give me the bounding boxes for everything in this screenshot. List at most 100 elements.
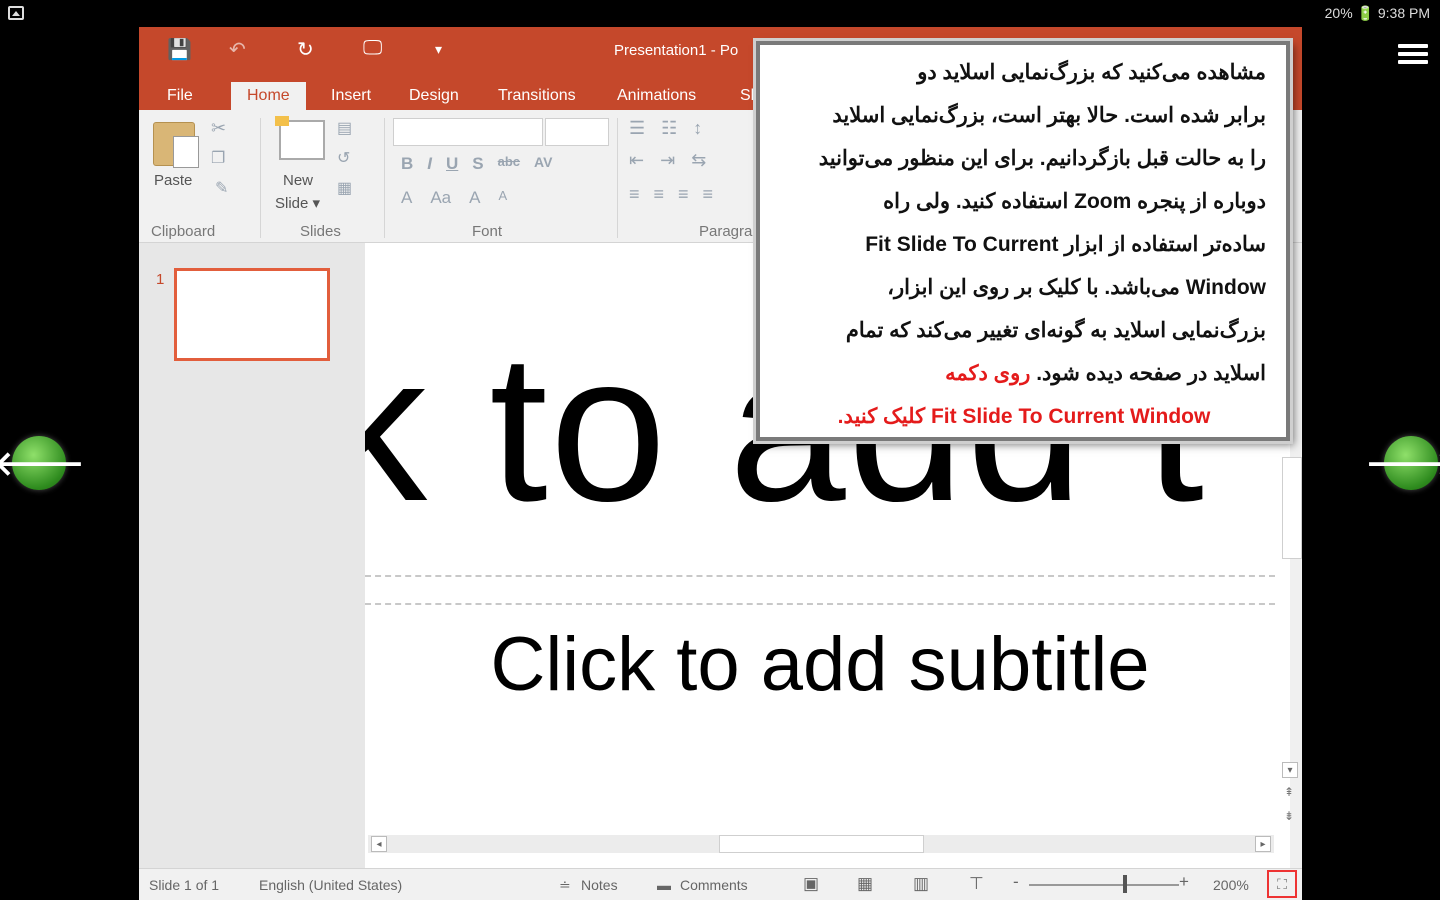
normal-view-icon[interactable]: ▣ xyxy=(803,874,819,894)
slide-number: 1 xyxy=(156,271,165,288)
redo-icon[interactable]: ↻ xyxy=(297,37,314,62)
bullets-icon[interactable]: ☰ xyxy=(629,118,645,139)
numbering-icon[interactable]: ☷ xyxy=(661,118,677,139)
copy-icon[interactable]: ❐ xyxy=(211,148,225,168)
font-name-field[interactable] xyxy=(393,118,543,146)
group-divider xyxy=(384,118,385,238)
vertical-scroll-thumb[interactable] xyxy=(1282,457,1302,559)
slideshow-view-icon[interactable]: ⊤ xyxy=(969,874,984,894)
align-right-icon[interactable]: ≡ xyxy=(678,184,689,205)
fit-to-window-icon: ⛶ xyxy=(1277,876,1287,892)
paragraph-group-label: Paragra xyxy=(699,223,753,240)
arrow-left-icon: 🡐 xyxy=(0,444,85,483)
save-icon[interactable]: 💾 xyxy=(167,37,192,62)
group-divider xyxy=(260,118,261,238)
char-spacing-button[interactable]: AV xyxy=(534,154,552,174)
hamburger-menu-icon[interactable] xyxy=(1398,44,1428,66)
layout-icon[interactable]: ▤ xyxy=(337,118,352,138)
scroll-down-icon[interactable]: ▾ xyxy=(1282,762,1298,778)
text-direction-icon[interactable]: ⇆ xyxy=(691,150,706,171)
justify-icon[interactable]: ≡ xyxy=(703,184,714,205)
slide-counter: Slide 1 of 1 xyxy=(149,877,220,893)
tab-design[interactable]: Design xyxy=(393,82,475,110)
placeholder-border xyxy=(365,603,1275,605)
decrease-font-button[interactable]: A xyxy=(498,188,507,208)
notes-icon[interactable]: ≐ xyxy=(559,877,571,894)
next-arrow-button[interactable]: 🡒 xyxy=(1365,436,1440,490)
tab-insert[interactable]: Insert xyxy=(315,82,387,110)
reading-view-icon[interactable]: ▥ xyxy=(913,874,929,894)
comments-icon[interactable]: ▬ xyxy=(657,877,671,893)
shadow-button[interactable]: S xyxy=(472,154,483,174)
next-slide-icon[interactable]: ⇟ xyxy=(1284,809,1294,823)
subtitle-placeholder[interactable]: Click to add subtitle xyxy=(365,621,1275,708)
note-line: ساده‌تر استفاده از ابزار Fit Slide To Cu… xyxy=(865,233,1266,256)
comments-button[interactable]: Comments xyxy=(680,877,748,893)
zoom-out-button[interactable]: - xyxy=(1013,872,1019,892)
note-line: Window می‌باشد. با کلیک بر روی این ابزار… xyxy=(887,276,1266,299)
language-indicator[interactable]: English (United States) xyxy=(259,877,402,893)
increase-indent-icon[interactable]: ⇥ xyxy=(660,150,675,171)
scroll-left-icon[interactable]: ◂ xyxy=(371,836,387,852)
new-slide-icon[interactable] xyxy=(275,116,325,160)
paste-sheet-icon xyxy=(173,136,199,168)
tab-file[interactable]: File xyxy=(151,82,209,110)
note-highlight-line: Fit Slide To Current Window کلیک کنید. xyxy=(837,405,1211,428)
slide-thumbnail[interactable] xyxy=(174,268,330,361)
customize-qat-icon[interactable]: ▾ xyxy=(435,41,442,58)
status-bar: Slide 1 of 1 English (United States) ≐ N… xyxy=(139,868,1302,900)
arrow-right-icon: 🡒 xyxy=(1365,444,1440,483)
section-icon[interactable]: ▦ xyxy=(337,178,352,198)
line-spacing-icon[interactable]: ↕ xyxy=(693,118,702,139)
font-size-field[interactable] xyxy=(545,118,609,146)
start-slideshow-icon[interactable]: 🖵 xyxy=(363,37,382,60)
placeholder-border xyxy=(365,575,1275,577)
slides-group-label: Slides xyxy=(300,223,341,240)
tab-transitions[interactable]: Transitions xyxy=(482,82,592,110)
paste-button-label[interactable]: Paste xyxy=(154,172,192,189)
zoom-slider[interactable] xyxy=(1029,884,1179,886)
previous-arrow-button[interactable]: 🡐 xyxy=(0,436,85,490)
zoom-slider-thumb[interactable] xyxy=(1123,875,1127,893)
increase-font-button[interactable]: A xyxy=(469,188,480,208)
note-line: بزرگ‌نمایی اسلاید به گونه‌ای تغییر می‌کن… xyxy=(845,319,1266,342)
android-status-bar: 20% 🔋 9:38 PM xyxy=(0,0,1440,28)
cut-icon[interactable]: ✂ xyxy=(211,118,226,139)
status-indicators: 20% 🔋 9:38 PM xyxy=(1324,5,1430,21)
fit-slide-to-window-button[interactable]: ⛶ xyxy=(1267,870,1297,898)
note-line: را به حالت قبل بازگردانیم. برای این منظو… xyxy=(818,147,1266,170)
window-title: Presentation1 - Po xyxy=(614,42,739,59)
gallery-icon xyxy=(8,6,24,20)
zoom-in-button[interactable]: + xyxy=(1179,872,1189,892)
note-highlight: روی دکمه xyxy=(945,362,1031,385)
decrease-indent-icon[interactable]: ⇤ xyxy=(629,150,644,171)
bold-button[interactable]: B xyxy=(401,154,413,174)
note-line: دوباره از پنجره Zoom استفاده کنید. ولی ر… xyxy=(883,190,1266,213)
align-left-icon[interactable]: ≡ xyxy=(629,184,640,205)
italic-button[interactable]: I xyxy=(427,154,432,174)
underline-button[interactable]: U xyxy=(446,154,458,174)
tab-home[interactable]: Home xyxy=(231,82,306,110)
new-slide-label-1[interactable]: New xyxy=(283,172,313,189)
tab-animations[interactable]: Animations xyxy=(601,82,712,110)
horizontal-scroll-thumb[interactable] xyxy=(719,835,924,853)
scroll-right-icon[interactable]: ▸ xyxy=(1255,836,1271,852)
strikethrough-button[interactable]: abc xyxy=(498,154,520,174)
reset-icon[interactable]: ↺ xyxy=(337,148,350,168)
group-divider xyxy=(617,118,618,238)
slides-thumbnail-pane: 1 xyxy=(139,243,365,868)
change-case-button[interactable]: Aa xyxy=(430,188,451,208)
zoom-level[interactable]: 200% xyxy=(1213,877,1249,893)
clipboard-group-label: Clipboard xyxy=(151,223,216,240)
tutorial-note-popup: مشاهده می‌کنید که بزرگ‌نمایی اسلاید دو ب… xyxy=(756,41,1290,441)
notes-button[interactable]: Notes xyxy=(581,877,618,893)
undo-icon[interactable]: ↶ xyxy=(229,37,246,62)
note-line: اسلاید در صفحه دیده شود. xyxy=(1036,362,1266,385)
font-color-button[interactable]: A xyxy=(401,188,412,208)
align-center-icon[interactable]: ≡ xyxy=(654,184,665,205)
tutorial-note-text: مشاهده می‌کنید که بزرگ‌نمایی اسلاید دو ب… xyxy=(782,51,1266,438)
new-slide-label-2[interactable]: Slide ▾ xyxy=(275,194,320,212)
slide-sorter-icon[interactable]: ▦ xyxy=(857,874,873,894)
previous-slide-icon[interactable]: ⇞ xyxy=(1284,785,1294,799)
format-painter-icon[interactable]: ✎ xyxy=(215,178,228,198)
